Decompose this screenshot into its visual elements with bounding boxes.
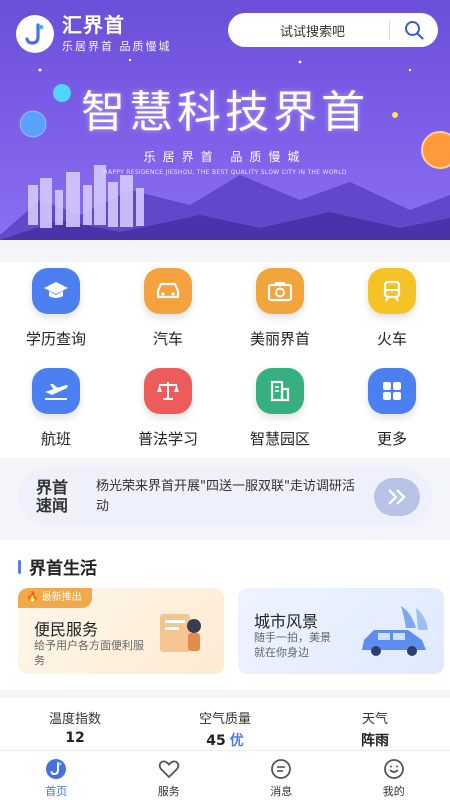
- tab-label: 消息: [270, 785, 293, 798]
- news-logo-line1: 界首: [36, 478, 69, 497]
- grid-item-car[interactable]: 汽车: [112, 268, 224, 349]
- building-icon: [256, 368, 304, 414]
- weather-stats: 温度指数 12 空气质量 45 优 天气 阵雨: [0, 698, 450, 750]
- service-illustration: [160, 614, 201, 652]
- grid-item-flight[interactable]: 航班: [0, 368, 112, 449]
- home-icon: [46, 759, 67, 779]
- bottom-tab-bar: 首页 服务 消息 我的: [0, 750, 450, 800]
- camera-icon: [256, 268, 304, 314]
- grid-label: 更多: [376, 430, 407, 448]
- train-icon: [368, 268, 416, 314]
- grid-more-icon: [368, 368, 416, 414]
- profile-icon: [383, 759, 404, 779]
- stat-value-number: 45: [206, 733, 226, 749]
- tab-label: 首页: [45, 785, 68, 798]
- banner-title: 智慧科技界首: [81, 87, 369, 138]
- scales-icon: [144, 368, 192, 414]
- tab-messages[interactable]: 消息: [225, 751, 338, 800]
- card-title: 便民服务: [34, 620, 99, 639]
- stat-temperature: 温度指数 12: [0, 698, 150, 750]
- grid-label: 火车: [376, 330, 407, 348]
- news-logo: 界首 速闻: [18, 479, 88, 515]
- stat-label: 天气: [361, 712, 388, 727]
- section-title-text: 界首生活: [29, 559, 97, 579]
- grid-item-law[interactable]: 普法学习: [112, 368, 224, 449]
- graduation-cap-icon: [32, 268, 80, 314]
- car-icon: [144, 268, 192, 314]
- service-grid: 学历查询 汽车 美丽界首 火车 航班 普法学习 智慧园区 更多: [0, 262, 450, 458]
- banner[interactable]: 汇界首 乐居界首 品质慢城 试试搜索吧 智慧科技界首 乐居界首 品质慢城 HAP…: [0, 0, 450, 240]
- stat-value: 12: [65, 730, 85, 746]
- grid-label: 美丽界首: [249, 330, 310, 348]
- search-button[interactable]: [390, 13, 438, 47]
- stat-label: 空气质量: [198, 712, 251, 727]
- tab-label: 我的: [382, 785, 405, 798]
- news-more-button[interactable]: [374, 478, 420, 516]
- grid-item-park[interactable]: 智慧园区: [224, 368, 336, 449]
- tab-home[interactable]: 首页: [0, 751, 113, 800]
- news-headline[interactable]: 杨光荣来界首开展"四送一服双联"走访调研活动: [88, 477, 374, 517]
- card-title: 城市风景: [254, 612, 319, 631]
- grid-label: 学历查询: [25, 330, 86, 348]
- section-title: 界首生活: [18, 554, 97, 579]
- airplane-icon: [32, 368, 80, 414]
- double-chevron-right-icon: [388, 489, 406, 505]
- grid-label: 智慧园区: [249, 430, 310, 448]
- grid-item-scenery[interactable]: 美丽界首: [224, 268, 336, 349]
- logo-icon: [16, 15, 54, 53]
- car-scenery-illustration: [362, 606, 428, 656]
- card-badge: 🔥 最新推出: [18, 588, 92, 608]
- search-bar[interactable]: 试试搜索吧: [228, 13, 438, 47]
- banner-english-slogan: HAPPY RESIDENCE JIESHOU, THE BEST QUALIT…: [103, 169, 347, 176]
- tab-service[interactable]: 服务: [113, 751, 226, 800]
- stat-value: 阵雨: [361, 733, 389, 749]
- search-icon: [405, 21, 424, 40]
- news-logo-line2: 速闻: [36, 496, 69, 515]
- card-badge-text: 最新推出: [41, 592, 82, 603]
- grid-label: 汽车: [152, 330, 183, 348]
- banner-slogan: 乐居界首 品质慢城: [143, 150, 307, 164]
- card-desc: 给予用户各方面便利服务: [34, 639, 144, 667]
- grid-label: 普法学习: [137, 430, 198, 448]
- grid-label: 航班: [40, 430, 71, 448]
- grid-item-education[interactable]: 学历查询: [0, 268, 112, 349]
- app-name: 汇界首: [62, 13, 125, 37]
- tab-label: 服务: [157, 785, 180, 798]
- app-logo: 汇界首 乐居界首 品质慢城: [16, 14, 172, 54]
- stat-air-quality: 空气质量 45 优: [150, 698, 300, 750]
- grid-item-more[interactable]: 更多: [336, 368, 448, 449]
- air-quality-level: 优: [229, 733, 244, 749]
- life-section: 界首生活 🔥 最新推出 便民服务 给予用户各方面便利服务 城市风景 随手一拍，美…: [0, 540, 450, 690]
- section-title-bar: [18, 559, 21, 574]
- card-desc: 随手一拍，美景就在你身边: [254, 631, 331, 659]
- card-city-scenery[interactable]: 城市风景 随手一拍，美景就在你身边: [238, 588, 444, 674]
- grid-item-train[interactable]: 火车: [336, 268, 448, 349]
- card-convenience-service[interactable]: 🔥 最新推出 便民服务 给予用户各方面便利服务: [18, 588, 224, 674]
- stat-label: 温度指数: [48, 712, 101, 727]
- message-icon: [271, 759, 292, 779]
- app-tagline: 乐居界首 品质慢城: [62, 40, 172, 53]
- heart-icon: [158, 760, 180, 779]
- stat-weather: 天气 阵雨: [300, 698, 450, 750]
- tab-profile[interactable]: 我的: [338, 751, 450, 800]
- news-ticker[interactable]: 界首 速闻 杨光荣来界首开展"四送一服双联"走访调研活动: [18, 468, 432, 526]
- search-input[interactable]: 试试搜索吧: [228, 21, 389, 40]
- stat-value: 45 优: [150, 730, 300, 750]
